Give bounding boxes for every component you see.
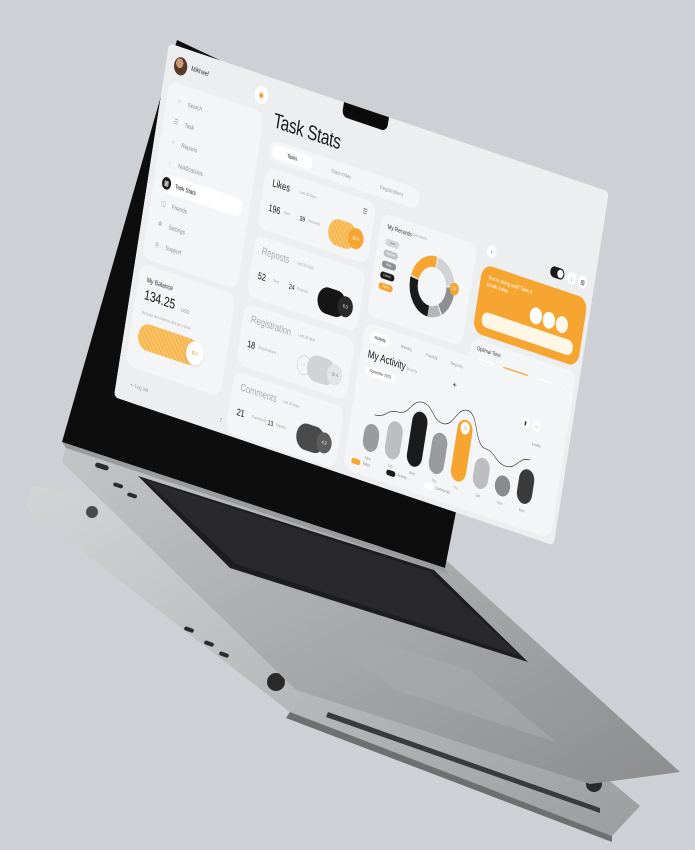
download-button[interactable]: ↓ xyxy=(566,270,578,287)
stat-secondary-value: 13 xyxy=(267,419,274,429)
stat-secondary-value: 39 xyxy=(298,214,306,225)
records-legend-item: Likes xyxy=(384,238,400,250)
stat-title: Comments xyxy=(239,381,278,406)
sidebar-item-label: Support xyxy=(164,244,182,257)
stat-sub: Last 30 days xyxy=(299,190,317,201)
chart-bars: 25 xyxy=(361,409,535,506)
stat-value-label: Registrations xyxy=(257,345,277,356)
reports-icon: ◔ xyxy=(170,138,176,147)
chart-bar[interactable] xyxy=(515,467,535,506)
stat-secondary-value: 24 xyxy=(288,282,296,293)
calendar-button[interactable]: ▥ xyxy=(577,274,589,290)
legend-label: Activity xyxy=(396,473,408,481)
chart-x-label: Sat xyxy=(475,493,480,499)
sidebar-item-label: Notifications xyxy=(177,162,204,178)
avatar[interactable] xyxy=(172,55,189,78)
tab-tasks[interactable]: Tasks xyxy=(271,143,314,171)
tab-registrations[interactable]: Registrations xyxy=(368,176,415,205)
back-button[interactable]: ‹ xyxy=(486,243,498,260)
chart-highlight-label: 25 xyxy=(463,426,467,432)
download-icon: ↓ xyxy=(570,274,574,283)
legend-swatch xyxy=(423,481,434,491)
legend-swatch xyxy=(350,457,361,466)
chart-bar[interactable] xyxy=(471,456,491,492)
sidebar-item-label: Task Stats xyxy=(174,182,197,197)
theme-toggle[interactable] xyxy=(549,265,566,281)
task-icon: ☰ xyxy=(173,117,179,127)
logout-link[interactable]: ⇠ Log out xyxy=(130,381,149,393)
support-icon: ◎ xyxy=(154,240,160,250)
legend-swatch xyxy=(385,469,396,478)
stat-value: 18 xyxy=(246,337,257,352)
optimal-time-title: Optimal Time xyxy=(476,344,502,360)
chart-x-label: Fri xyxy=(454,486,458,492)
chart-bar[interactable] xyxy=(493,473,511,498)
chart-x-label: Wed xyxy=(408,470,415,476)
records-sub: Last month xyxy=(411,232,427,242)
stat-value-label: Comments xyxy=(251,414,267,424)
stat-value-label: Sent xyxy=(272,278,280,286)
records-title: My Records xyxy=(387,223,413,238)
stat-value-label: Sent xyxy=(283,210,291,217)
calendar-icon: ▥ xyxy=(580,277,586,287)
friends-icon: ◫ xyxy=(160,199,167,209)
stat-sub: Last 30 days xyxy=(282,399,300,410)
promo-text: You're doing well! Take a break today xyxy=(486,274,533,296)
sidebar: ○ Search ☰ Task ◔ Reports ◌ Notifications ▦ T… xyxy=(141,80,265,290)
records-legend-item: Tasks xyxy=(378,281,394,294)
chart-bar[interactable] xyxy=(427,430,448,476)
filter-icon[interactable]: ☰ xyxy=(362,207,368,216)
stat-title: Reposts xyxy=(260,245,291,267)
records-legend-item: Reposts xyxy=(383,248,399,261)
chart-x-label: Sun xyxy=(497,500,503,506)
notifications-button[interactable]: ◉ xyxy=(253,83,270,107)
records-legend-item: Reg. xyxy=(381,259,397,272)
chart-bar[interactable] xyxy=(361,422,380,454)
bell-icon: ◌ xyxy=(167,158,172,168)
bell-icon: ◉ xyxy=(258,89,265,101)
balance-unit: USD xyxy=(180,306,190,316)
stat-value: 196 xyxy=(267,201,282,217)
sidebar-item-label: Settings xyxy=(168,223,186,236)
chart-bar[interactable] xyxy=(405,409,429,469)
scroll-up-icon[interactable]: ↑ xyxy=(219,416,223,424)
tab-stats-today[interactable]: Stats today xyxy=(320,160,362,187)
promo-step-2[interactable] xyxy=(541,310,557,331)
user-name: Mikhael xyxy=(190,65,210,79)
foot-2 xyxy=(86,506,98,518)
stat-sub: Last 30 days xyxy=(297,333,316,344)
sidebar-item-label: Search xyxy=(187,101,203,113)
sidebar-item-label: Reports xyxy=(180,141,198,155)
search-icon: ○ xyxy=(177,97,182,106)
stat-sub: Last 30 days xyxy=(296,261,315,271)
promo-step-3[interactable] xyxy=(554,314,570,335)
settings-icon: ✲ xyxy=(157,219,163,229)
logout-label: Log out xyxy=(134,382,149,394)
chart-bar[interactable] xyxy=(383,419,404,462)
stat-secondary-label: Replies xyxy=(275,423,287,431)
sidebar-item-label: Task xyxy=(184,121,195,132)
chevron-left-icon: ‹ xyxy=(490,247,494,256)
sidebar-item-label: Friends xyxy=(171,203,188,216)
stats-icon: ▦ xyxy=(161,175,173,192)
stat-secondary-label: Received xyxy=(307,218,321,228)
stat-value: 21 xyxy=(235,405,246,420)
scene: Mikhael ◉ ○ Search ☰ Task ◔ Reports ◌ Notifi… xyxy=(0,0,695,850)
legend-label: Tasks xyxy=(361,461,371,469)
records-legend-item: Comm. xyxy=(379,270,395,283)
chart-x-label: Mon xyxy=(519,507,526,513)
stat-title: Likes xyxy=(271,177,291,195)
stat-title: Registration xyxy=(250,313,293,339)
stat-value: 52 xyxy=(257,269,267,284)
promo-step-1[interactable] xyxy=(528,305,544,327)
stat-secondary-label: Reposts xyxy=(296,286,309,295)
